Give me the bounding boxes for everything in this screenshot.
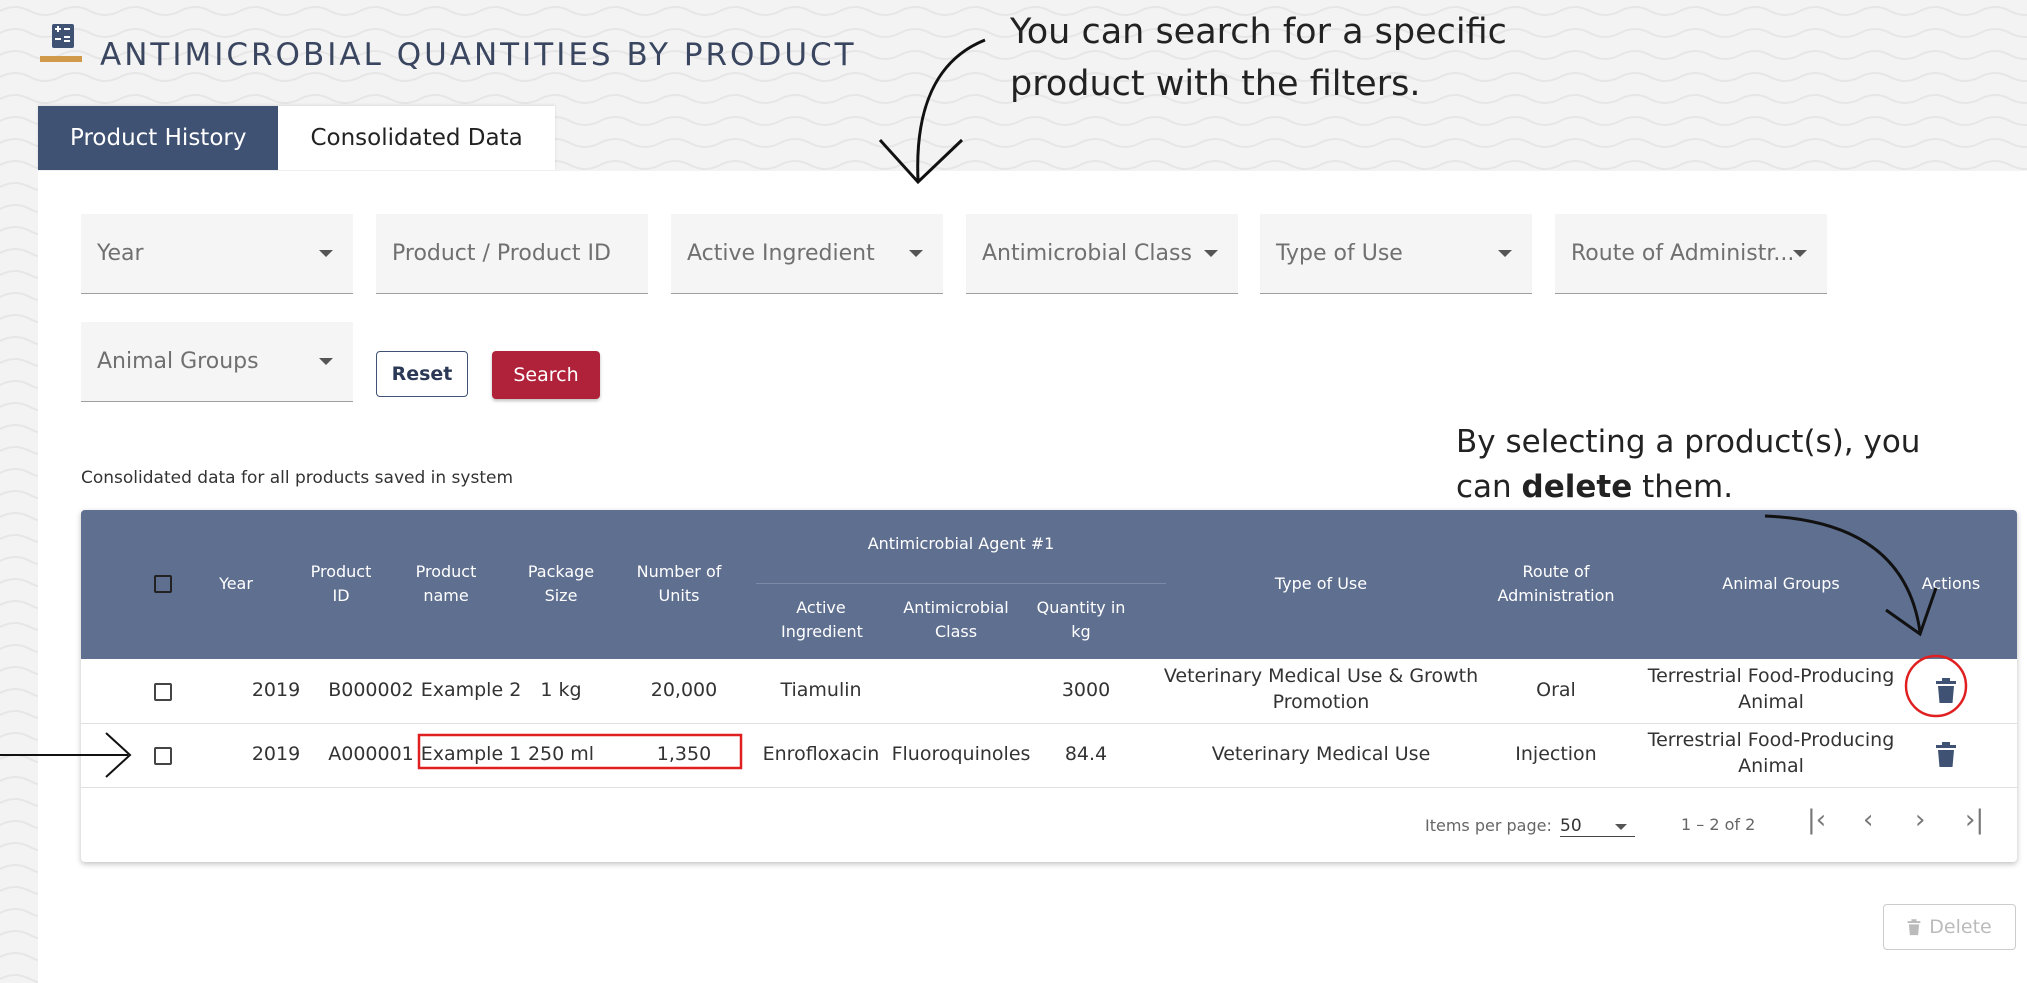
trash-icon[interactable]: [1935, 678, 1957, 704]
calculator-icon: [40, 24, 82, 62]
header-active-ingredient: Active Ingredient: [781, 598, 863, 641]
cell-route: Oral: [1536, 679, 1576, 701]
active-ingredient-select[interactable]: Active Ingredient: [671, 214, 943, 294]
header-product-id: Product ID: [310, 562, 372, 605]
cell-type-of-use: Veterinary Medical Use & Growth Promotio…: [1163, 665, 1479, 713]
animal-groups-label: Animal Groups: [97, 349, 259, 374]
trash-icon: [1907, 918, 1921, 935]
header-year: Year: [219, 574, 253, 593]
delete-button-label: Delete: [1929, 916, 1992, 938]
header-antimicrobial-agent: Antimicrobial Agent #1: [867, 534, 1055, 553]
table-row[interactable]: 2019 B000002 Example 2 1 kg 20,000 Tiamu…: [81, 659, 2017, 724]
header-actions: Actions: [1921, 574, 1981, 593]
chevron-down-icon: [1204, 250, 1218, 257]
product-search-input[interactable]: Product / Product ID: [376, 214, 648, 294]
cell-animal-groups: Terrestrial Food-Producing Animal: [1647, 729, 1895, 777]
cell-units: 20,000: [650, 679, 718, 701]
chevron-down-icon: [319, 250, 333, 257]
cell-product-id: B000002: [328, 679, 414, 701]
search-annotation: You can search for a specific product wi…: [1010, 12, 1507, 104]
items-per-page-select[interactable]: 50: [1560, 816, 1635, 837]
cell-year: 2019: [251, 743, 301, 765]
delete-annotation-suffix: them.: [1632, 469, 1734, 505]
type-of-use-label: Type of Use: [1276, 241, 1403, 266]
cell-package-size: 1 kg: [540, 679, 582, 701]
cell-type-of-use: Veterinary Medical Use: [1211, 743, 1431, 765]
cell-product-id: A000001: [328, 743, 414, 765]
cell-product-name: Example 1: [420, 743, 522, 765]
reset-button[interactable]: Reset: [376, 351, 468, 397]
products-table: Year Product ID Product name Package Siz…: [81, 510, 2017, 862]
cell-antimicrobial-class: Fluoroquinoles: [891, 743, 1031, 765]
next-page-icon[interactable]: ›: [1915, 805, 1925, 835]
cell-product-name: Example 2: [420, 679, 522, 701]
page-title: ANTIMICROBIAL QUANTITIES BY PRODUCT: [100, 37, 857, 73]
cell-route: Injection: [1515, 743, 1597, 765]
cell-active-ingredient: Enrofloxacin: [762, 743, 880, 765]
tab-bar: Product History Consolidated Data: [38, 106, 555, 170]
trash-icon[interactable]: [1935, 742, 1957, 768]
select-all-checkbox[interactable]: [154, 575, 172, 593]
antimicrobial-class-label: Antimicrobial Class: [982, 241, 1192, 266]
page-range: 1 – 2 of 2: [1681, 815, 1756, 834]
group-header-divider: [756, 583, 1166, 584]
chevron-down-icon: [1793, 250, 1807, 257]
cell-package-size: 250 ml: [527, 743, 595, 765]
tab-consolidated-data[interactable]: Consolidated Data: [278, 106, 555, 170]
row-checkbox[interactable]: [154, 747, 172, 765]
first-page-icon[interactable]: |‹: [1807, 805, 1826, 835]
chevron-down-icon: [319, 358, 333, 365]
product-search-placeholder: Product / Product ID: [392, 241, 611, 266]
header-antimicrobial-class: Antimicrobial Class: [903, 598, 1009, 641]
header-product-name: Product name: [415, 562, 477, 605]
year-select-label: Year: [97, 241, 144, 266]
previous-page-icon[interactable]: ‹: [1863, 805, 1873, 835]
delete-annotation: By selecting a product(s), you can delet…: [1456, 420, 1936, 510]
route-label: Route of Administr...: [1571, 241, 1795, 266]
items-per-page-value: 50: [1560, 816, 1582, 836]
chevron-down-icon: [1498, 250, 1512, 257]
cell-quantity: 3000: [1061, 679, 1111, 701]
active-ingredient-label: Active Ingredient: [687, 241, 875, 266]
animal-groups-select[interactable]: Animal Groups: [81, 322, 353, 402]
delete-annotation-bold: delete: [1521, 469, 1633, 505]
table-row[interactable]: 2019 A000001 Example 1 250 ml 1,350 Enro…: [81, 723, 2017, 788]
header-route: Route of Administration: [1497, 562, 1615, 605]
cell-animal-groups: Terrestrial Food-Producing Animal: [1647, 665, 1895, 713]
chevron-down-icon: [1615, 824, 1627, 830]
cell-active-ingredient: Tiamulin: [780, 679, 862, 701]
table-caption: Consolidated data for all products saved…: [81, 468, 514, 488]
header-package-size: Package Size: [527, 562, 595, 605]
last-page-icon[interactable]: ›|: [1965, 805, 1984, 835]
chevron-down-icon: [909, 250, 923, 257]
search-button[interactable]: Search: [492, 351, 600, 399]
route-select[interactable]: Route of Administr...: [1555, 214, 1827, 294]
table-header: Year Product ID Product name Package Siz…: [81, 510, 2017, 659]
tab-product-history[interactable]: Product History: [38, 106, 279, 170]
cell-year: 2019: [251, 679, 301, 701]
cell-units: 1,350: [656, 743, 712, 765]
delete-button[interactable]: Delete: [1883, 904, 2016, 950]
antimicrobial-class-select[interactable]: Antimicrobial Class: [966, 214, 1238, 294]
type-of-use-select[interactable]: Type of Use: [1260, 214, 1532, 294]
header-quantity: Quantity in kg: [1036, 598, 1126, 641]
header-number-of-units: Number of Units: [636, 562, 722, 605]
header-animal-groups: Animal Groups: [1722, 574, 1840, 593]
row-checkbox[interactable]: [154, 683, 172, 701]
header-type-of-use: Type of Use: [1274, 574, 1368, 593]
cell-quantity: 84.4: [1064, 743, 1108, 765]
items-per-page-label: Items per page:: [1425, 816, 1552, 835]
year-select[interactable]: Year: [81, 214, 353, 294]
